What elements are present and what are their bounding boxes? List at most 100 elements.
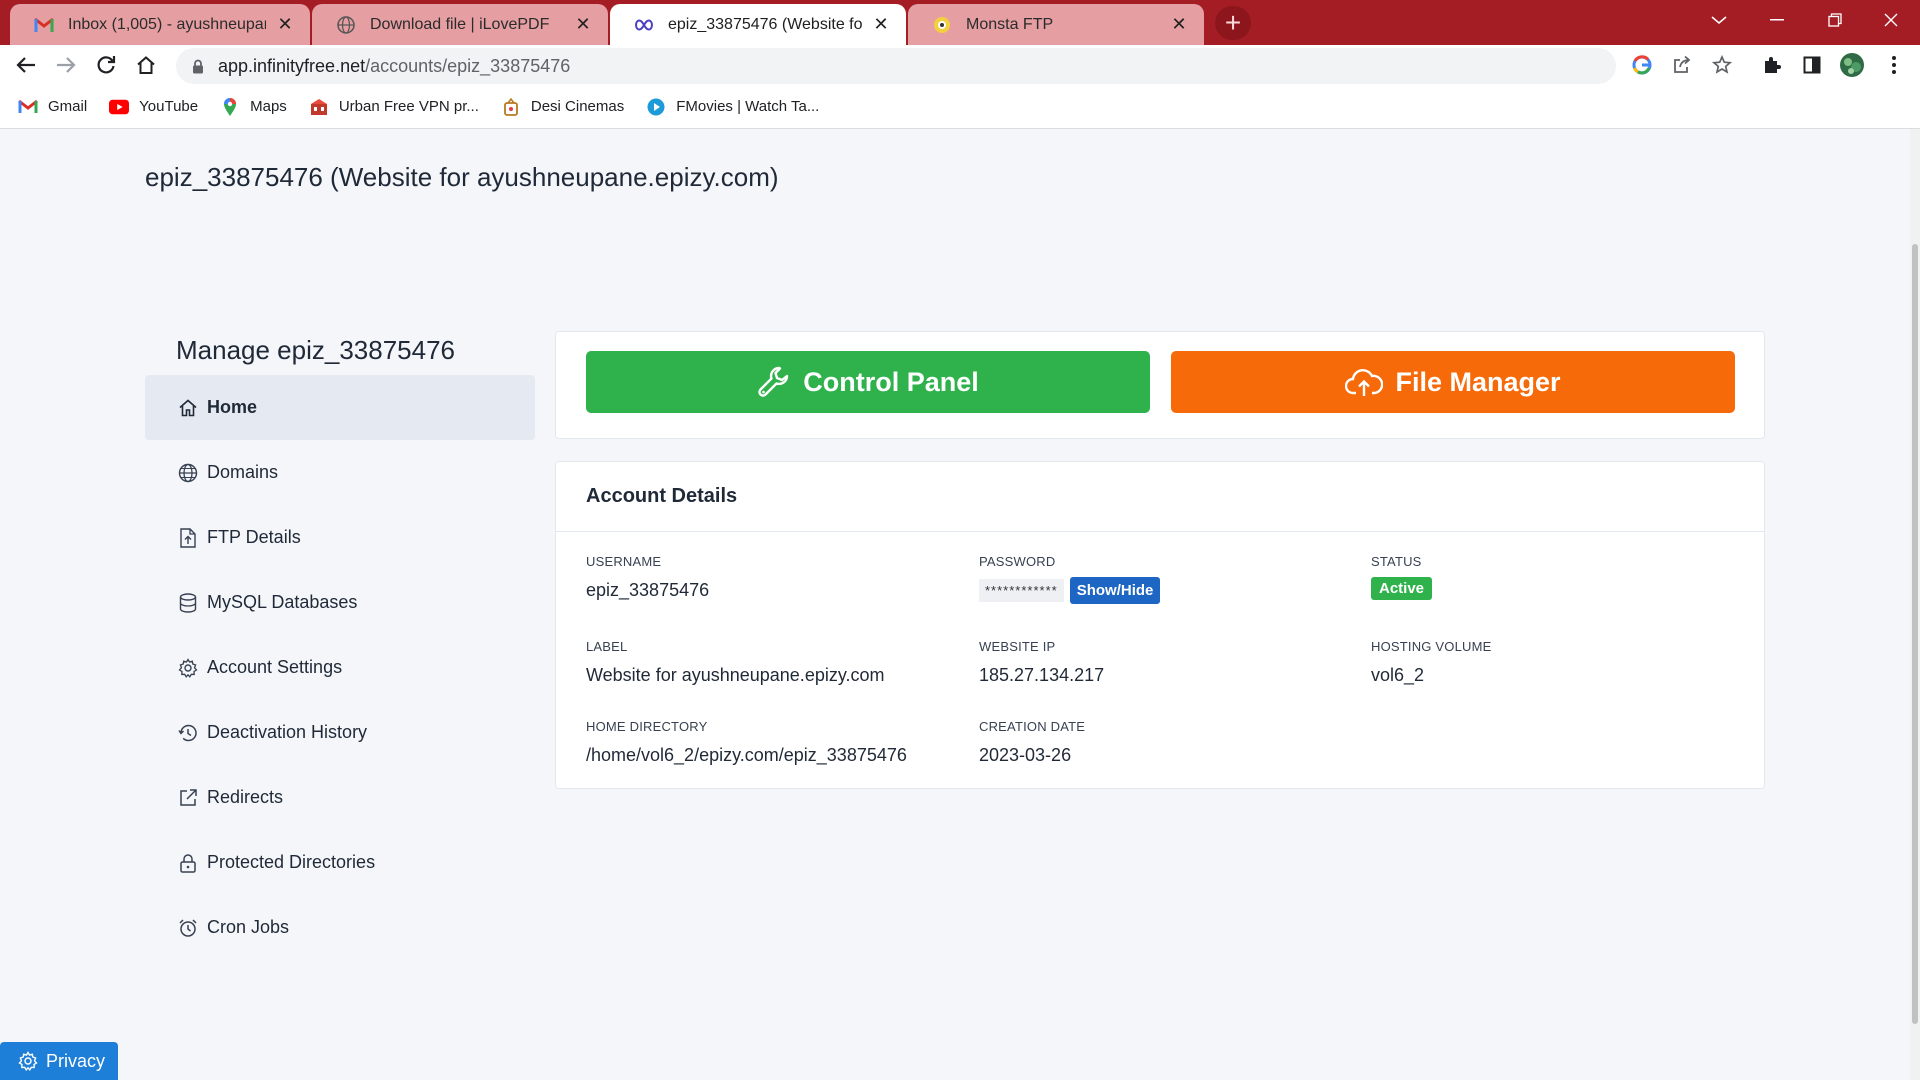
sidebar-item-label: Redirects [207,787,284,807]
sidebar-item-label: Cron Jobs [207,917,290,937]
privacy-label: Privacy [46,1050,106,1071]
sidebar-item-deactivation-history[interactable]: Deactivation History [145,700,535,765]
extensions-puzzle-icon[interactable] [1756,49,1788,81]
tab-gmail[interactable]: Inbox (1,005) - ayushneupane13 ✕ [10,4,310,45]
scrollbar-thumb[interactable] [1912,244,1918,1024]
page-scrollbar[interactable] [1910,129,1920,1080]
detail-home-directory: HOME DIRECTORY /home/vol6_2/epizy.com/ep… [586,719,907,766]
address-bar[interactable]: app.infinityfree.net/accounts/epiz_33875… [176,48,1616,84]
monsta-icon [932,15,952,35]
account-details-heading: Account Details [556,462,1764,532]
kebab-menu-icon[interactable] [1878,49,1910,81]
sidebar-item-label: Domains [207,462,279,482]
sidebar-item-redirects[interactable]: Redirects [145,765,535,830]
minimize-icon[interactable] [1748,0,1806,40]
username-value: epiz_33875476 [586,580,710,600]
sidebar-item-ftp-details[interactable]: FTP Details [145,505,535,570]
home-icon[interactable] [130,49,162,81]
label-value: Website for ayushneupane.epizy.com [586,665,885,685]
file-upload-icon [177,527,199,549]
sidebar-item-label: Deactivation History [207,722,368,742]
vpn-icon [309,98,329,116]
detail-label: WEBSITE IP [979,639,1056,654]
sidebar-item-domains[interactable]: Domains [145,440,535,505]
forward-arrow-icon[interactable] [50,49,82,81]
detail-creation-date: CREATION DATE 2023-03-26 [979,719,1085,766]
share-icon[interactable] [1666,49,1698,81]
url-host: app.infinityfree.net [218,55,366,76]
play-icon [646,98,666,116]
external-link-icon [177,787,199,809]
bookmark-label: Gmail [48,98,88,115]
lock-icon [177,852,199,874]
detail-label: LABEL [586,639,628,654]
bookmark-gmail[interactable]: Gmail [18,98,87,116]
infinity-icon [634,15,654,35]
close-tab-icon[interactable]: ✕ [1168,14,1190,36]
detail-label: PASSWORD [979,554,1056,569]
bookmark-star-icon[interactable] [1706,49,1738,81]
detail-website-ip: WEBSITE IP 185.27.134.217 [979,639,1104,686]
close-tab-icon[interactable]: ✕ [572,14,594,36]
bookmark-fmovies[interactable]: FMovies | Watch Ta... [646,98,819,116]
youtube-icon [109,98,130,116]
tab-search-chevron-icon[interactable] [1690,0,1748,40]
database-icon [177,592,199,614]
privacy-button[interactable]: Privacy [0,1042,118,1080]
globe-icon [177,462,199,484]
bookmark-youtube[interactable]: YouTube [109,98,198,116]
reload-icon[interactable] [90,49,122,81]
tab-ilovepdf[interactable]: Download file | iLovePDF ✕ [312,4,608,45]
tab-title: Download file | iLovePDF [370,15,550,33]
side-panel-icon[interactable] [1796,49,1828,81]
sidebar-item-protected-directories[interactable]: Protected Directories [145,830,535,895]
globe-icon [336,15,356,35]
home-icon [177,397,199,419]
history-icon [177,722,199,744]
profile-avatar[interactable] [1836,49,1868,81]
new-tab-button[interactable]: + [1215,6,1251,40]
detail-label: HOSTING VOLUME [1371,639,1492,654]
file-manager-button[interactable]: File Manager [1171,351,1735,413]
quick-actions-card: Control Panel File Manager [555,331,1765,439]
back-arrow-icon[interactable] [10,49,42,81]
close-window-icon[interactable] [1862,0,1920,40]
bookmark-maps[interactable]: Maps [220,97,287,116]
password-masked-value: ************ [979,579,1064,602]
gmail-icon [18,98,38,116]
lock-icon [192,59,204,74]
status-badge: Active [1371,577,1433,600]
google-lens-icon[interactable] [1626,49,1658,81]
cloud-upload-icon [1345,367,1384,397]
show-hide-password-button[interactable]: Show/Hide [1069,577,1161,604]
close-tab-icon[interactable]: ✕ [274,14,296,36]
control-panel-button[interactable]: Control Panel [586,351,1150,413]
hosting-volume-value: vol6_2 [1371,665,1425,685]
restore-icon[interactable] [1806,0,1864,40]
detail-label: HOME DIRECTORY [586,719,708,734]
detail-status: STATUS Active [1371,554,1433,600]
sidebar-item-account-settings[interactable]: Account Settings [145,635,535,700]
tab-title: Inbox (1,005) - ayushneupane13 [68,15,266,33]
sidebar-item-label: MySQL Databases [207,592,358,612]
sidebar-item-home[interactable]: Home [145,375,535,440]
sidebar-item-label: Home [207,397,258,417]
tab-infinityfree[interactable]: epiz_33875476 (Website for ayus ✕ [610,4,906,45]
detail-username: USERNAME epiz_33875476 [586,554,709,601]
sidebar-item-label: Protected Directories [207,852,376,872]
detail-label: CREATION DATE [979,719,1086,734]
page-content: epiz_33875476 (Website for ayushneupane.… [0,129,1910,1080]
sidebar-item-mysql-databases[interactable]: MySQL Databases [145,570,535,635]
gmail-icon [34,15,54,35]
bookmarks-bar: Gmail YouTube Maps Urban Free VPN pr... … [0,85,1920,129]
bookmark-desi-cinemas[interactable]: Desi Cinemas [501,97,625,116]
sidebar-item-cron-jobs[interactable]: Cron Jobs [145,895,535,960]
sidebar-nav: Home Domains FTP Details MySQL Databases… [145,375,535,960]
sidebar-item-label: FTP Details [207,527,301,547]
tab-monsta-ftp[interactable]: Monsta FTP ✕ [908,4,1204,45]
bookmark-label: Desi Cinemas [530,98,625,115]
bookmark-label: Maps [250,98,287,115]
close-tab-icon[interactable]: ✕ [870,14,892,36]
bookmark-urban-vpn[interactable]: Urban Free VPN pr... [309,98,479,116]
bookmark-label: YouTube [139,98,199,115]
